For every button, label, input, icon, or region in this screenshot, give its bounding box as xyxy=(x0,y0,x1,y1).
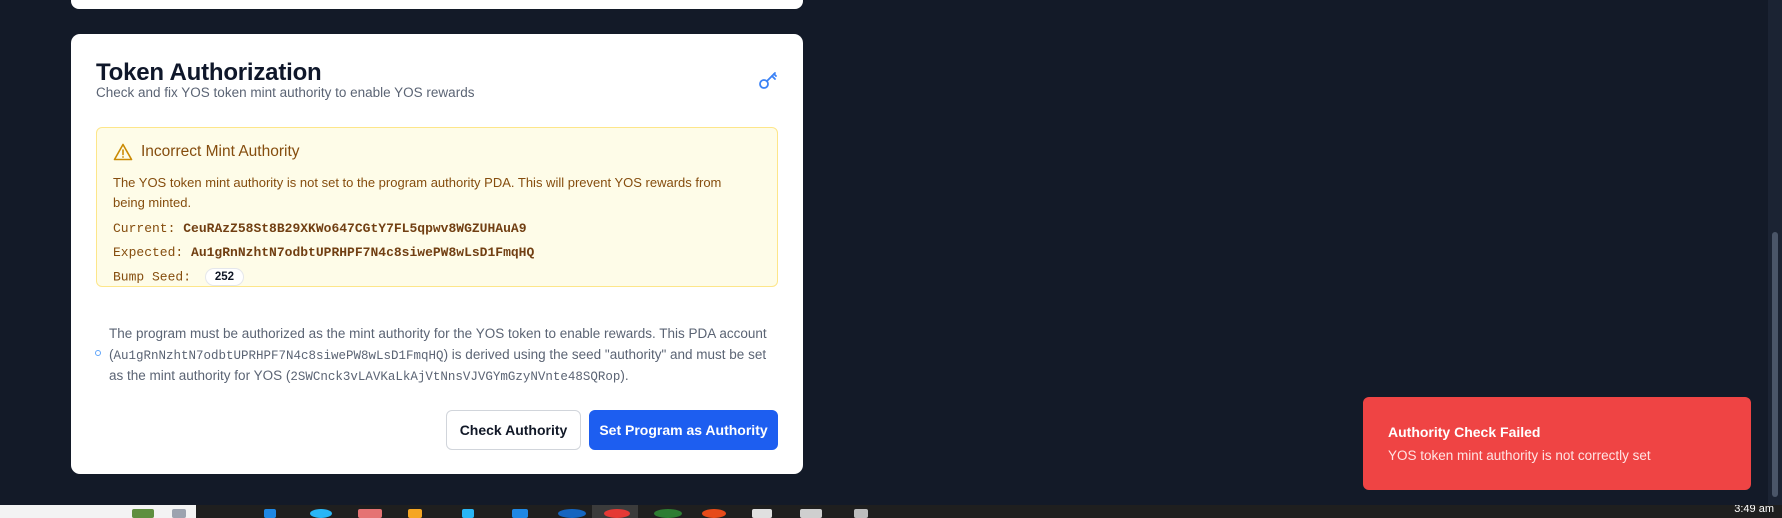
alert-description: The YOS token mint authority is not set … xyxy=(113,175,722,210)
browser-icon[interactable] xyxy=(604,509,630,518)
taskbar-clock[interactable]: 3:49 am xyxy=(1734,505,1774,515)
app-icon-9[interactable] xyxy=(702,509,726,518)
info-pda-address: Au1gRnNzhtN7odbtUPRHPF7N4c8siwePW8wLsD1F… xyxy=(113,348,444,363)
bump-seed-row: Bump Seed: 252 xyxy=(113,268,245,286)
scrollbar-thumb[interactable] xyxy=(1772,232,1778,497)
token-authorization-card: Token Authorization Check and fix YOS to… xyxy=(71,34,803,474)
previous-card xyxy=(71,0,803,9)
expected-authority-row: Expected: Au1gRnNzhtN7odbtUPRHPF7N4c8siw… xyxy=(113,245,534,260)
app-icon-8[interactable] xyxy=(654,509,682,518)
os-taskbar: 3:49 am xyxy=(0,505,1782,518)
alert-title: Incorrect Mint Authority xyxy=(141,143,300,160)
expected-label: Expected: xyxy=(113,245,184,260)
toast-title: Authority Check Failed xyxy=(1388,424,1541,440)
page-scrollbar[interactable] xyxy=(1768,0,1782,505)
bump-seed-badge: 252 xyxy=(204,268,245,286)
app-icon-7[interactable] xyxy=(558,509,586,518)
card-subtitle: Check and fix YOS token mint authority t… xyxy=(96,85,475,100)
app-icon-10[interactable] xyxy=(752,509,772,518)
widget-icon[interactable] xyxy=(132,509,154,518)
toast-description: YOS token mint authority is not correctl… xyxy=(1388,448,1651,463)
mint-authority-alert: Incorrect Mint Authority The YOS token m… xyxy=(96,127,778,287)
current-authority-row: Current: CeuRAzZ58St8B29XKWo647CGtY7FL5q… xyxy=(113,221,527,236)
check-authority-button[interactable]: Check Authority xyxy=(446,410,581,450)
taskbar-search-area[interactable] xyxy=(0,505,196,518)
info-mint-address: 2SWCnck3vLAVKaLkAjVtNnsVJVGYmGzyNVnte48S… xyxy=(290,370,621,384)
key-icon xyxy=(759,72,777,89)
app-icon-5[interactable] xyxy=(462,509,474,518)
app-icon-3[interactable] xyxy=(358,509,382,518)
warning-icon xyxy=(113,143,133,161)
app-icon-4[interactable] xyxy=(408,509,422,518)
bump-seed-label: Bump Seed: xyxy=(113,269,192,285)
error-toast[interactable]: Authority Check Failed YOS token mint au… xyxy=(1363,397,1751,490)
pen-icon[interactable] xyxy=(172,509,186,518)
info-bullet-icon xyxy=(95,350,101,356)
info-text: The program must be authorized as the mi… xyxy=(109,324,779,388)
app-icon-12[interactable] xyxy=(854,509,868,518)
expected-authority-value: Au1gRnNzhtN7odbtUPRHPF7N4c8siwePW8wLsD1F… xyxy=(191,245,535,260)
set-program-authority-button[interactable]: Set Program as Authority xyxy=(589,410,778,450)
info-text-part-3: ). xyxy=(620,368,629,383)
app-icon-1[interactable] xyxy=(264,509,276,518)
current-authority-value: CeuRAzZ58St8B29XKWo647CGtY7FL5qpwv8WGZUH… xyxy=(183,221,527,236)
card-title: Token Authorization xyxy=(96,59,322,86)
app-icon-2[interactable] xyxy=(310,509,332,518)
current-label: Current: xyxy=(113,221,176,236)
app-icon-11[interactable] xyxy=(800,509,822,518)
app-icon-6[interactable] xyxy=(512,509,528,518)
